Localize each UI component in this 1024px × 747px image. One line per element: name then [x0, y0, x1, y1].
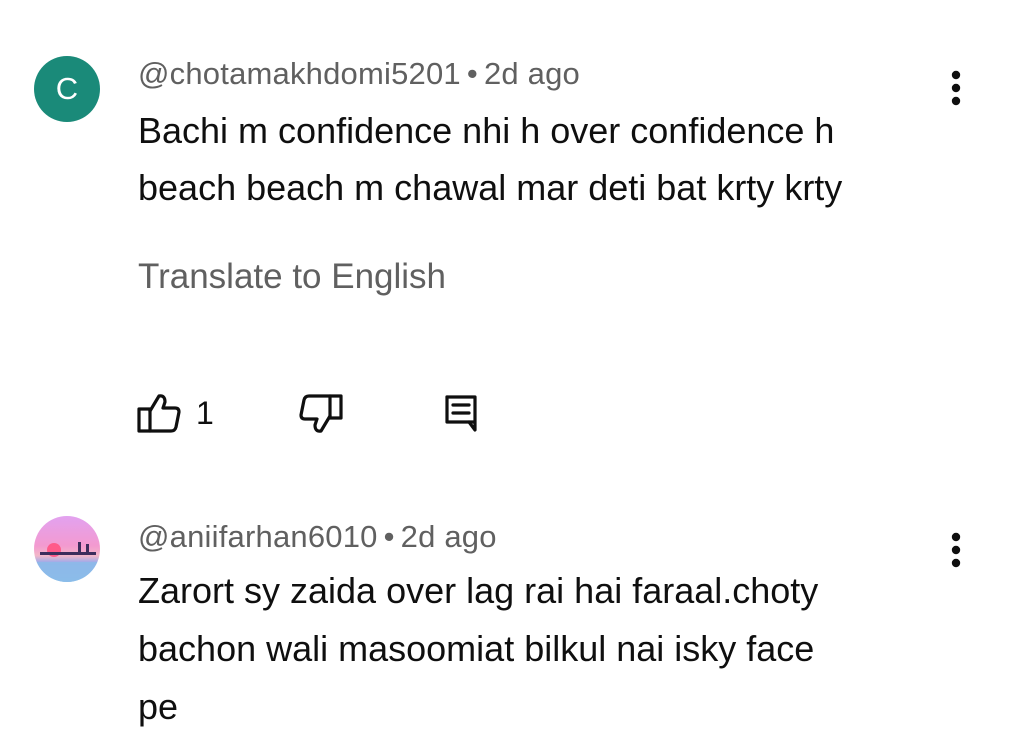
comment-author[interactable]: @chotamakhdomi5201 — [138, 56, 461, 91]
thumbs-up-icon — [137, 394, 181, 433]
thumbs-down-icon — [299, 394, 343, 433]
comment-author[interactable]: @aniifarhan6010 — [138, 519, 378, 554]
more-vertical-icon — [951, 70, 961, 106]
comment-menu-button[interactable] — [936, 520, 976, 580]
reply-button[interactable] — [444, 394, 478, 434]
comment-text: Bachi m confidence nhi h over confidence… — [138, 102, 938, 216]
more-vertical-icon — [951, 532, 961, 568]
comment-text-line: beach beach m chawal mar deti bat krty k… — [138, 167, 843, 208]
comment-text-line: pe — [138, 686, 179, 727]
comment-time[interactable]: 2d ago — [484, 56, 580, 91]
meta-separator: • — [383, 519, 395, 554]
comment-text-line: Zarort sy zaida over lag rai hai faraal.… — [138, 570, 819, 611]
comment-text: Zarort sy zaida over lag rai hai faraal.… — [138, 562, 938, 736]
comment-item: C @chotamakhdomi5201 • 2d ago Bachi m conf… — [0, 0, 1024, 480]
comment-meta: @aniifarhan6010 • 2d ago — [138, 519, 497, 555]
avatar-image — [34, 516, 100, 582]
comment-text-line: bachon wali masoomiat bilkul nai isky fa… — [138, 628, 815, 669]
avatar[interactable]: C — [34, 56, 100, 122]
like-button[interactable]: 1 — [136, 392, 214, 434]
like-count: 1 — [196, 394, 214, 431]
reply-icon — [445, 395, 477, 432]
comment-text-line: Bachi m confidence nhi h over confidence… — [138, 110, 835, 151]
comment-menu-button[interactable] — [936, 58, 976, 118]
comment-time[interactable]: 2d ago — [401, 519, 497, 554]
meta-separator: • — [466, 56, 478, 91]
translate-button[interactable]: Translate to English — [138, 257, 446, 297]
dislike-button[interactable] — [298, 393, 344, 435]
avatar[interactable] — [34, 516, 100, 582]
comment-item: @aniifarhan6010 • 2d ago Zarort sy zaida o… — [0, 480, 1024, 747]
avatar-letter: C — [55, 71, 79, 106]
comment-meta: @chotamakhdomi5201 • 2d ago — [138, 56, 580, 92]
